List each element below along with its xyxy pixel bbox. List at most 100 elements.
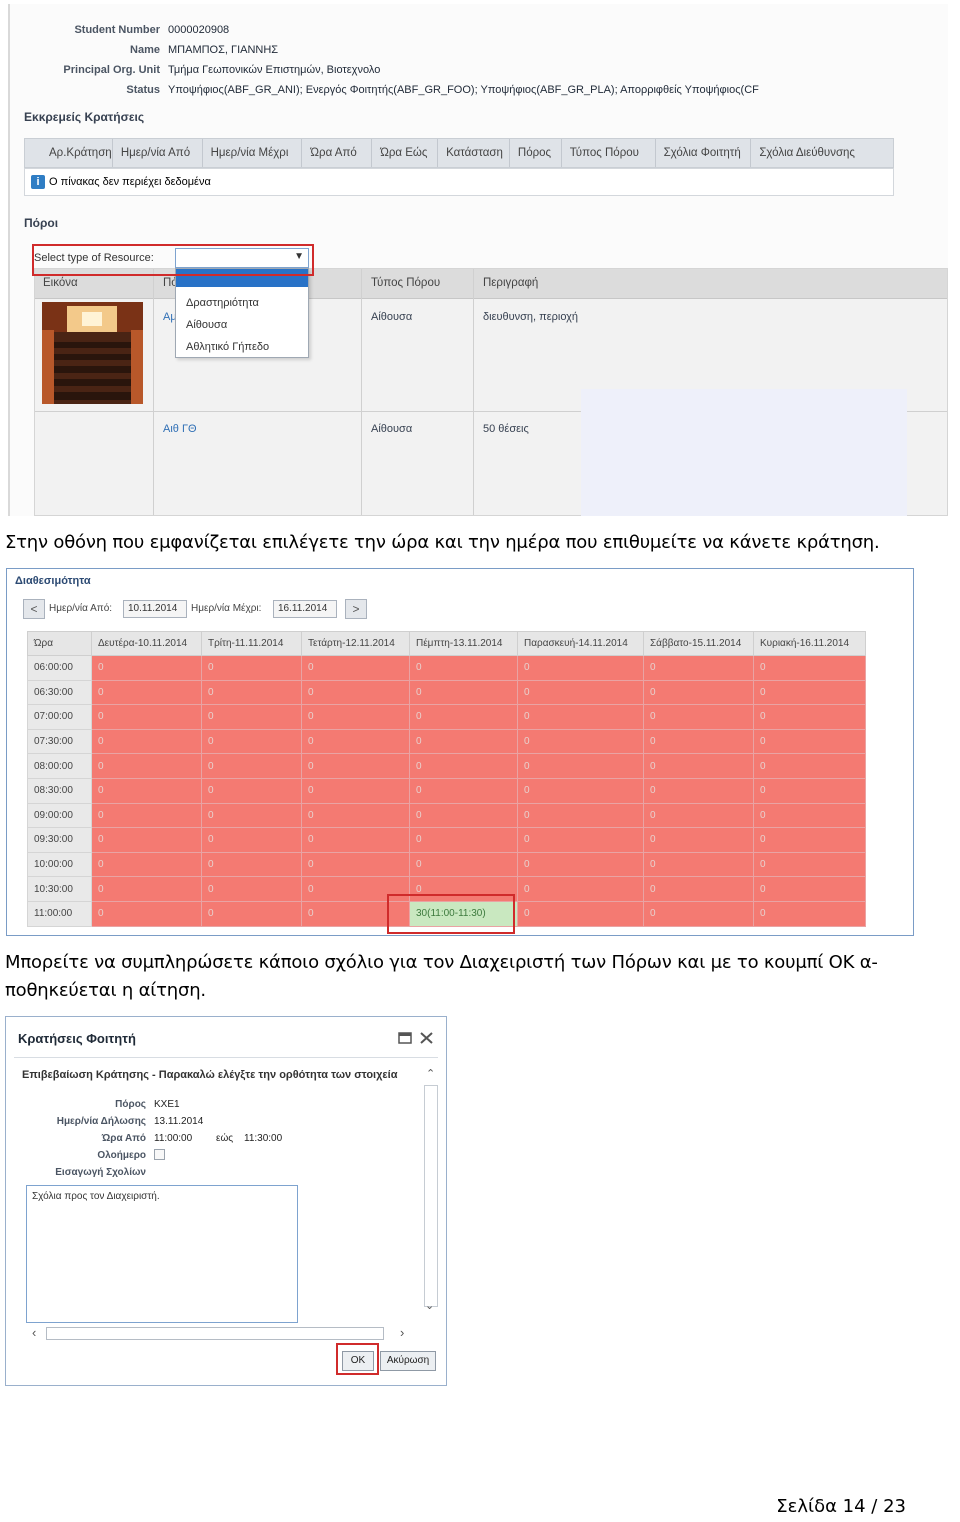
booked-slot-cell[interactable]: 0	[409, 827, 518, 853]
booked-slot-cell[interactable]: 0	[91, 802, 202, 829]
col-resource[interactable]: Πόρος	[510, 139, 562, 167]
chevron-left-icon[interactable]: ‹	[32, 1325, 36, 1340]
booked-slot-cell[interactable]: 0	[201, 777, 302, 804]
date-from-input[interactable]: 10.11.2014	[123, 600, 187, 618]
horizontal-scrollbar[interactable]	[46, 1327, 384, 1340]
booked-slot-cell[interactable]: 0	[201, 704, 302, 730]
booked-slot-cell[interactable]: 0	[753, 827, 866, 853]
booked-slot-cell[interactable]: 0	[643, 900, 754, 927]
booked-slot-cell[interactable]: 0	[753, 728, 866, 755]
booked-slot-cell[interactable]: 0	[409, 802, 518, 829]
col-image[interactable]: Εικόνα	[43, 277, 78, 289]
booked-slot-cell[interactable]: 0	[301, 851, 410, 878]
booked-slot-cell[interactable]: 0	[201, 900, 302, 927]
booked-slot-cell[interactable]: 0	[643, 827, 754, 853]
chevron-up-icon[interactable]: ⌃	[426, 1067, 435, 1080]
booked-slot-cell[interactable]: 0	[301, 777, 410, 804]
booked-slot-cell[interactable]: 0	[517, 655, 644, 681]
col-date-to[interactable]: Ημερ/νία Μέχρι	[203, 139, 303, 167]
booked-slot-cell[interactable]: 0	[301, 704, 410, 730]
booked-slot-cell[interactable]: 0	[91, 655, 202, 681]
booked-slot-cell[interactable]: 0	[753, 876, 866, 902]
booked-slot-cell[interactable]: 0	[301, 827, 410, 853]
booked-slot-cell[interactable]: 0	[643, 876, 754, 902]
booked-slot-cell[interactable]: 0	[517, 876, 644, 902]
booked-slot-cell[interactable]: 0	[753, 777, 866, 804]
booked-slot-cell[interactable]: 0	[91, 777, 202, 804]
booked-slot-cell[interactable]: 0	[517, 777, 644, 804]
booked-slot-cell[interactable]: 0	[301, 802, 410, 829]
booked-slot-cell[interactable]: 0	[517, 851, 644, 878]
booked-slot-cell[interactable]: 0	[753, 655, 866, 681]
booked-slot-cell[interactable]: 0	[91, 827, 202, 853]
booked-slot-cell[interactable]: 0	[753, 851, 866, 878]
booked-slot-cell[interactable]: 0	[201, 876, 302, 902]
close-icon[interactable]	[420, 1032, 433, 1044]
dropdown-option[interactable]: Αίθουσα	[186, 319, 227, 331]
booked-slot-cell[interactable]: 0	[201, 827, 302, 853]
booked-slot-cell[interactable]: 0	[643, 679, 754, 706]
booked-slot-cell[interactable]: 0	[301, 679, 410, 706]
chevron-right-icon[interactable]: ›	[400, 1325, 404, 1340]
col-description[interactable]: Περιγραφή	[483, 277, 538, 289]
col-time-to[interactable]: Ώρα Εώς	[372, 139, 439, 167]
booked-slot-cell[interactable]: 0	[753, 753, 866, 779]
booked-slot-cell[interactable]: 0	[643, 655, 754, 681]
booked-slot-cell[interactable]: 0	[201, 655, 302, 681]
booked-slot-cell[interactable]: 0	[91, 679, 202, 706]
booked-slot-cell[interactable]: 0	[517, 728, 644, 755]
booked-slot-cell[interactable]: 0	[91, 900, 202, 927]
comments-textarea[interactable]: Σχόλια προς τον Διαχειριστή.	[26, 1185, 298, 1323]
booked-slot-cell[interactable]: 0	[753, 679, 866, 706]
booked-slot-cell[interactable]: 0	[201, 728, 302, 755]
all-day-checkbox[interactable]	[154, 1149, 165, 1160]
booked-slot-cell[interactable]: 0	[91, 704, 202, 730]
booked-slot-cell[interactable]: 0	[517, 753, 644, 779]
booked-slot-cell[interactable]: 0	[301, 728, 410, 755]
col-management-comments[interactable]: Σχόλια Διεύθυνσης	[751, 139, 893, 167]
previous-week-button[interactable]: <	[23, 599, 45, 619]
booked-slot-cell[interactable]: 0	[301, 655, 410, 681]
booked-slot-cell[interactable]: 0	[409, 728, 518, 755]
booked-slot-cell[interactable]: 0	[517, 900, 644, 927]
booked-slot-cell[interactable]: 0	[201, 679, 302, 706]
booked-slot-cell[interactable]: 0	[643, 728, 754, 755]
booked-slot-cell[interactable]: 0	[91, 876, 202, 902]
booked-slot-cell[interactable]: 0	[753, 900, 866, 927]
booked-slot-cell[interactable]: 0	[201, 851, 302, 878]
col-status[interactable]: Κατάσταση	[438, 139, 510, 167]
next-week-button[interactable]: >	[345, 599, 367, 619]
booked-slot-cell[interactable]: 0	[643, 753, 754, 779]
resource-name-link[interactable]: Αιθ ΓΘ	[163, 423, 197, 435]
booked-slot-cell[interactable]: 0	[643, 851, 754, 878]
vertical-scrollbar[interactable]	[424, 1085, 438, 1307]
booked-slot-cell[interactable]: 0	[517, 704, 644, 730]
booked-slot-cell[interactable]: 0	[753, 704, 866, 730]
cancel-button[interactable]: Ακύρωση	[380, 1351, 436, 1371]
booked-slot-cell[interactable]: 0	[409, 679, 518, 706]
booked-slot-cell[interactable]: 0	[517, 802, 644, 829]
booked-slot-cell[interactable]: 0	[409, 655, 518, 681]
booked-slot-cell[interactable]: 0	[409, 851, 518, 878]
col-resource-type[interactable]: Τύπος Πόρου	[371, 277, 440, 289]
col-student-comments[interactable]: Σχόλια Φοιτητή	[656, 139, 752, 167]
booked-slot-cell[interactable]: 0	[409, 753, 518, 779]
chevron-down-icon[interactable]: ⌄	[425, 1299, 434, 1312]
booked-slot-cell[interactable]: 0	[91, 851, 202, 878]
dropdown-option[interactable]: Αθλητικό Γήπεδο	[186, 341, 269, 353]
booked-slot-cell[interactable]: 0	[517, 827, 644, 853]
booked-slot-cell[interactable]: 0	[301, 753, 410, 779]
col-booking-no[interactable]: Αρ.Κράτησης	[25, 139, 113, 167]
booked-slot-cell[interactable]: 0	[643, 704, 754, 730]
booked-slot-cell[interactable]: 0	[91, 753, 202, 779]
booked-slot-cell[interactable]: 0	[409, 704, 518, 730]
booked-slot-cell[interactable]: 0	[643, 802, 754, 829]
booked-slot-cell[interactable]: 0	[201, 753, 302, 779]
col-date-from[interactable]: Ημερ/νία Από	[113, 139, 203, 167]
booked-slot-cell[interactable]: 0	[91, 728, 202, 755]
booked-slot-cell[interactable]: 0	[643, 777, 754, 804]
booked-slot-cell[interactable]: 0	[201, 802, 302, 829]
col-resource-type[interactable]: Τύπος Πόρου	[562, 139, 656, 167]
dropdown-option[interactable]: Δραστηριότητα	[186, 297, 259, 309]
booked-slot-cell[interactable]: 0	[409, 777, 518, 804]
